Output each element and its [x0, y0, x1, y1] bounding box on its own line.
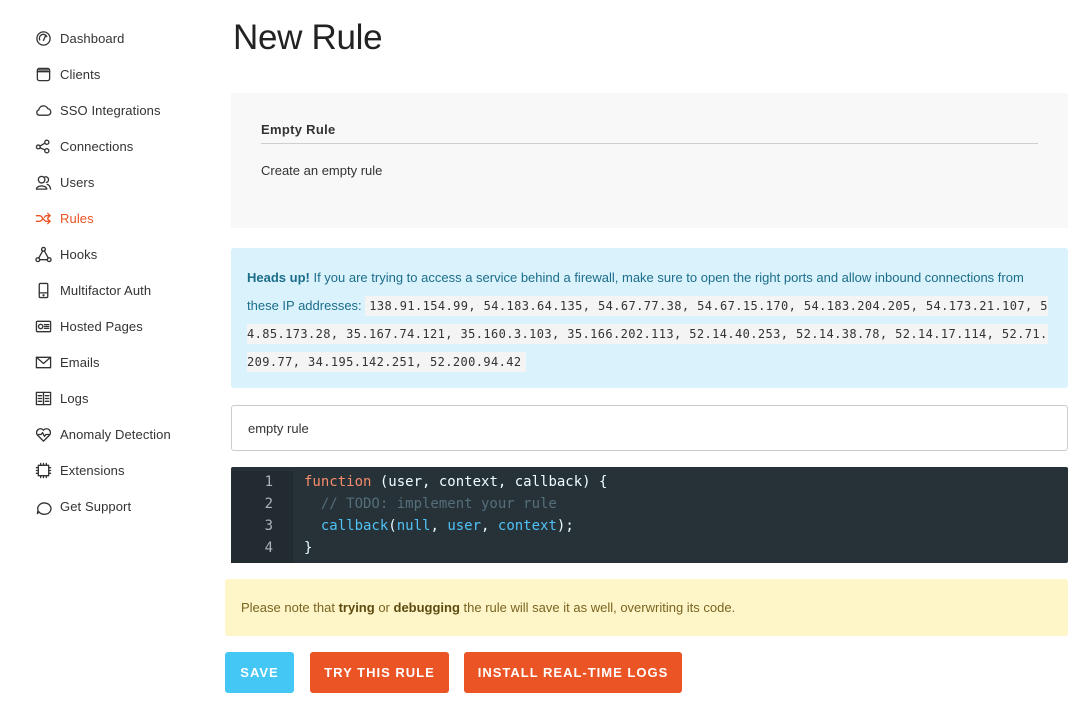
code-arg: null — [396, 518, 431, 534]
code-arg: user — [447, 518, 482, 534]
sidebar-item-label: Anomaly Detection — [60, 426, 171, 442]
template-description: Create an empty rule — [261, 163, 383, 178]
rule-template-card: Empty Rule Create an empty rule — [231, 93, 1068, 228]
sidebar-item-multifactor-auth[interactable]: Multifactor Auth — [34, 272, 214, 308]
code-text: (user, context, callback) { — [371, 474, 608, 490]
sidebar-item-clients[interactable]: Clients — [34, 56, 214, 92]
sidebar-item-label: Emails — [60, 354, 100, 370]
chip-icon — [34, 461, 52, 479]
sidebar-item-label: Multifactor Auth — [60, 282, 152, 298]
sidebar-item-users[interactable]: Users — [34, 164, 214, 200]
rule-name-input[interactable] — [231, 405, 1068, 451]
envelope-icon — [34, 353, 52, 371]
mobile-device-icon — [34, 281, 52, 299]
ip-address-list: 138.91.154.99, 54.183.64.135, 54.67.77.3… — [247, 296, 1048, 372]
code-line: } — [304, 537, 607, 559]
hooks-nodes-icon — [34, 245, 52, 263]
sidebar-item-emails[interactable]: Emails — [34, 344, 214, 380]
code-line: callback(null, user, context); — [304, 515, 607, 537]
save-warning-alert: Please note that trying or debugging the… — [225, 579, 1068, 636]
sidebar-item-label: Hosted Pages — [60, 318, 143, 334]
code-arg: context — [497, 518, 557, 534]
code-line: // TODO: implement your rule — [304, 493, 607, 515]
code-keyword: function — [304, 474, 372, 490]
code-text: } — [304, 540, 313, 556]
shuffle-icon — [34, 209, 52, 227]
code-line: function (user, context, callback) { — [304, 471, 607, 493]
sidebar-item-hosted-pages[interactable]: Hosted Pages — [34, 308, 214, 344]
cloud-icon — [34, 101, 52, 119]
sidebar-item-label: Connections — [60, 138, 134, 154]
clients-window-icon — [34, 65, 52, 83]
alert-lead: Heads up! — [247, 270, 310, 285]
warning-text: or — [374, 600, 394, 615]
save-button[interactable]: SAVE — [225, 652, 294, 693]
line-number: 4 — [264, 540, 273, 556]
line-number-gutter: 1 2 3 4 — [231, 471, 293, 563]
sidebar-item-hooks[interactable]: Hooks — [34, 236, 214, 272]
try-this-rule-button[interactable]: TRY THIS RULE — [310, 652, 449, 693]
sidebar-item-get-support[interactable]: Get Support — [34, 488, 214, 524]
sidebar-item-anomaly-detection[interactable]: Anomaly Detection — [34, 416, 214, 452]
firewall-info-alert: Heads up! If you are trying to access a … — [231, 248, 1068, 388]
sidebar-item-dashboard[interactable]: Dashboard — [34, 20, 214, 56]
sidebar-item-label: Users — [60, 174, 95, 190]
sidebar-item-label: Extensions — [60, 462, 125, 478]
install-real-time-logs-button[interactable]: INSTALL REAL-TIME LOGS — [464, 652, 682, 693]
sidebar-item-logs[interactable]: Logs — [34, 380, 214, 416]
code-text: ); — [556, 518, 574, 534]
sidebar-item-label: SSO Integrations — [60, 102, 161, 118]
line-number: 3 — [264, 518, 273, 534]
warning-emphasis: trying — [338, 600, 375, 615]
sidebar-item-label: Hooks — [60, 246, 98, 262]
page-title: New Rule — [233, 18, 383, 57]
code-function-call: callback — [320, 518, 389, 534]
sidebar-item-rules[interactable]: Rules — [34, 200, 214, 236]
sidebar-item-label: Dashboard — [60, 30, 125, 46]
connections-share-icon — [34, 137, 52, 155]
users-icon — [34, 173, 52, 191]
line-number: 1 — [264, 474, 273, 490]
code-editor[interactable]: 1 2 3 4 function (user, context, callbac… — [231, 467, 1068, 563]
chat-bubble-icon — [34, 497, 52, 515]
sidebar-item-extensions[interactable]: Extensions — [34, 452, 214, 488]
template-title: Empty Rule — [261, 122, 336, 137]
code-text: , — [430, 518, 448, 534]
code-text: , — [481, 518, 498, 534]
sidebar-item-connections[interactable]: Connections — [34, 128, 214, 164]
template-divider — [261, 143, 1038, 144]
dashboard-gauge-icon — [34, 29, 52, 47]
code-comment: // TODO: implement your rule — [304, 496, 557, 512]
warning-text: the rule will save it as well, overwriti… — [459, 600, 736, 615]
sidebar-nav: Dashboard Clients SSO Integrations Conne… — [34, 20, 214, 524]
heart-pulse-icon — [34, 425, 52, 443]
book-icon — [34, 389, 52, 407]
sidebar-item-label: Get Support — [60, 498, 132, 514]
hosted-pages-icon — [34, 317, 52, 335]
sidebar-item-sso-integrations[interactable]: SSO Integrations — [34, 92, 214, 128]
warning-emphasis: debugging — [393, 600, 460, 615]
sidebar-item-label: Rules — [60, 210, 94, 226]
code-content[interactable]: function (user, context, callback) { // … — [293, 471, 607, 563]
warning-text: Please note that — [241, 600, 339, 615]
sidebar-item-label: Logs — [60, 390, 89, 406]
code-text: ( — [388, 518, 397, 534]
sidebar-item-label: Clients — [60, 66, 101, 82]
line-number: 2 — [264, 496, 273, 512]
